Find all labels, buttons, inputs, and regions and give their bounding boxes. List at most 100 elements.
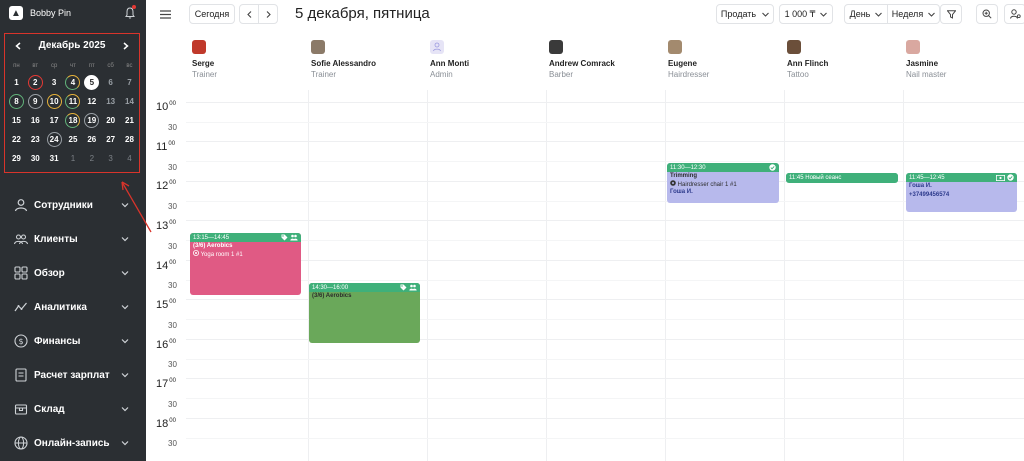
calendar-day[interactable]: 29 <box>9 151 24 166</box>
calendar-day[interactable]: 31 <box>47 151 62 166</box>
calendar-day[interactable]: 4 <box>122 151 137 166</box>
menu-item-clients[interactable]: Клиенты <box>0 224 146 254</box>
appointment-card[interactable]: 13:15—14:45 (3/6) Aerobics Yoga room 1 #… <box>190 233 301 295</box>
day-view-dropdown[interactable]: День <box>844 4 888 24</box>
appointment-resource-label: Yoga room 1 #1 <box>200 252 243 258</box>
chevron-down-icon <box>121 237 129 242</box>
appointment-title: Trimming <box>670 173 698 179</box>
brand[interactable]: ▲ Bobby Pin <box>9 5 139 20</box>
calendar-day[interactable]: 14 <box>122 94 137 109</box>
prev-month-button[interactable] <box>10 38 26 54</box>
amount-dropdown[interactable]: 1 000 ₸ <box>779 4 833 24</box>
calendar-day[interactable]: 28 <box>122 132 137 147</box>
calendar-day[interactable]: 20 <box>103 113 118 128</box>
prev-day-button[interactable] <box>239 4 259 24</box>
zoom-in-icon <box>982 9 992 19</box>
calendar-day[interactable]: 19 <box>84 113 100 128</box>
calendar-day[interactable]: 13 <box>103 94 118 109</box>
weekday-label: вс <box>126 63 133 69</box>
calendar-day[interactable]: 6 <box>103 75 118 90</box>
menu-item-warehouse[interactable]: Склад <box>0 394 146 424</box>
group-icon <box>290 234 298 241</box>
calendar-day[interactable]: 3 <box>47 75 62 90</box>
calendar-day[interactable]: 11 <box>65 94 81 109</box>
staff-column-header[interactable]: Ann Monti Admin <box>430 36 549 82</box>
appointment-card[interactable]: 14:30—16:00 (3/6) Aerobics <box>309 283 420 343</box>
appointment-time: 13:15—14:45 <box>193 234 230 241</box>
check-circle-icon <box>769 164 776 171</box>
calendar-day[interactable]: 10 <box>46 94 62 109</box>
toolbar: Сегодня 5 декабря, пятница Продать 1 000… <box>146 0 1024 28</box>
calendar-day[interactable]: 23 <box>28 132 43 147</box>
calendar-day[interactable]: 21 <box>122 113 137 128</box>
menu-item-online-booking[interactable]: Онлайн-запись <box>0 428 146 458</box>
calendar-day-today[interactable]: 5 <box>84 75 100 90</box>
appointment-card[interactable]: 11:30—12:30 Trimming Hairdresser chair 1… <box>667 163 779 203</box>
staff-column-header[interactable]: Andrew Comrack Barber <box>549 36 668 82</box>
calendar-day[interactable]: 2 <box>27 75 43 90</box>
today-button[interactable]: Сегодня <box>189 4 235 24</box>
menu-item-overview[interactable]: Обзор <box>0 258 146 288</box>
hamburger-icon <box>159 9 171 19</box>
warehouse-icon <box>14 404 28 415</box>
calendar-day[interactable]: 1 <box>9 75 24 90</box>
menu-toggle-button[interactable] <box>154 4 176 24</box>
half-hour-line <box>186 438 1024 439</box>
calendar-day[interactable]: 30 <box>28 151 43 166</box>
cash-icon <box>996 174 1005 181</box>
bell-icon[interactable] <box>125 5 136 19</box>
calendar-day[interactable]: 4 <box>65 75 81 90</box>
half-hour-line <box>186 122 1024 123</box>
avatar <box>906 40 920 54</box>
menu-item-label: Клиенты <box>34 233 78 245</box>
staff-column-header[interactable]: Serge Trainer <box>192 36 311 82</box>
appointment-card[interactable]: 11:45—12:45 Гоша И. +37499456574 <box>906 173 1017 212</box>
appointment-card[interactable]: 11:45 Новый сеанс <box>786 173 898 183</box>
menu-item-payroll[interactable]: Расчет зарплат <box>0 360 146 390</box>
calendar-day[interactable]: 2 <box>84 151 99 166</box>
calendar-day[interactable]: 16 <box>28 113 43 128</box>
calendar-day[interactable]: 15 <box>9 113 24 128</box>
hour-label: 1700 <box>156 378 176 390</box>
half-hour-line <box>186 240 1024 241</box>
week-view-dropdown[interactable]: Неделя <box>887 4 940 24</box>
calendar-day[interactable]: 12 <box>84 94 99 109</box>
calendar-day[interactable]: 27 <box>103 132 118 147</box>
grid-icon <box>14 266 28 280</box>
calendar-day[interactable]: 7 <box>122 75 137 90</box>
calendar-day[interactable]: 24 <box>46 132 62 147</box>
day-view-label: День <box>849 9 871 19</box>
staff-column-header[interactable]: Eugene Hairdresser <box>668 36 787 82</box>
avatar <box>311 40 325 54</box>
calendar-day[interactable]: 9 <box>27 94 43 109</box>
calendar-day[interactable]: 25 <box>65 132 80 147</box>
staff-column-header[interactable]: Jasmine Nail master <box>906 36 1024 82</box>
appointment-header: 11:45 Новый сеанс <box>786 173 898 182</box>
menu-item-analytics[interactable]: Аналитика <box>0 292 146 322</box>
sell-dropdown[interactable]: Продать <box>716 4 774 24</box>
filter-button[interactable] <box>940 4 962 24</box>
menu-item-finance[interactable]: $ Финансы <box>0 326 146 356</box>
staff-settings-button[interactable] <box>1004 4 1024 24</box>
sidebar: ▲ Bobby Pin Декабрь 2025 пн вт ср чт пт … <box>0 0 152 461</box>
zoom-button[interactable] <box>976 4 998 24</box>
staff-role: Nail master <box>906 70 947 79</box>
calendar-day[interactable]: 8 <box>8 94 24 109</box>
calendar-day[interactable]: 3 <box>103 151 118 166</box>
staff-column-header[interactable]: Sofie Alessandro Trainer <box>311 36 430 82</box>
hour-label: 1600 <box>156 339 176 351</box>
staff-name: Ann Monti <box>430 59 470 68</box>
next-month-button[interactable] <box>118 38 134 54</box>
next-day-button[interactable] <box>258 4 278 24</box>
calendar-day[interactable]: 1 <box>65 151 80 166</box>
calendar-day[interactable]: 26 <box>84 132 99 147</box>
calendar-day[interactable]: 22 <box>9 132 24 147</box>
notification-dot <box>132 5 136 9</box>
staff-column-header[interactable]: Ann Flinch Tattoo <box>787 36 906 82</box>
calendar-day[interactable]: 18 <box>65 113 81 128</box>
hour-label: 1000 <box>156 101 176 113</box>
calendar-day[interactable]: 17 <box>47 113 62 128</box>
menu-item-staff[interactable]: Сотрудники <box>0 190 146 220</box>
amount-label: 1 000 ₸ <box>784 8 816 19</box>
menu-item-label: Обзор <box>34 267 65 279</box>
